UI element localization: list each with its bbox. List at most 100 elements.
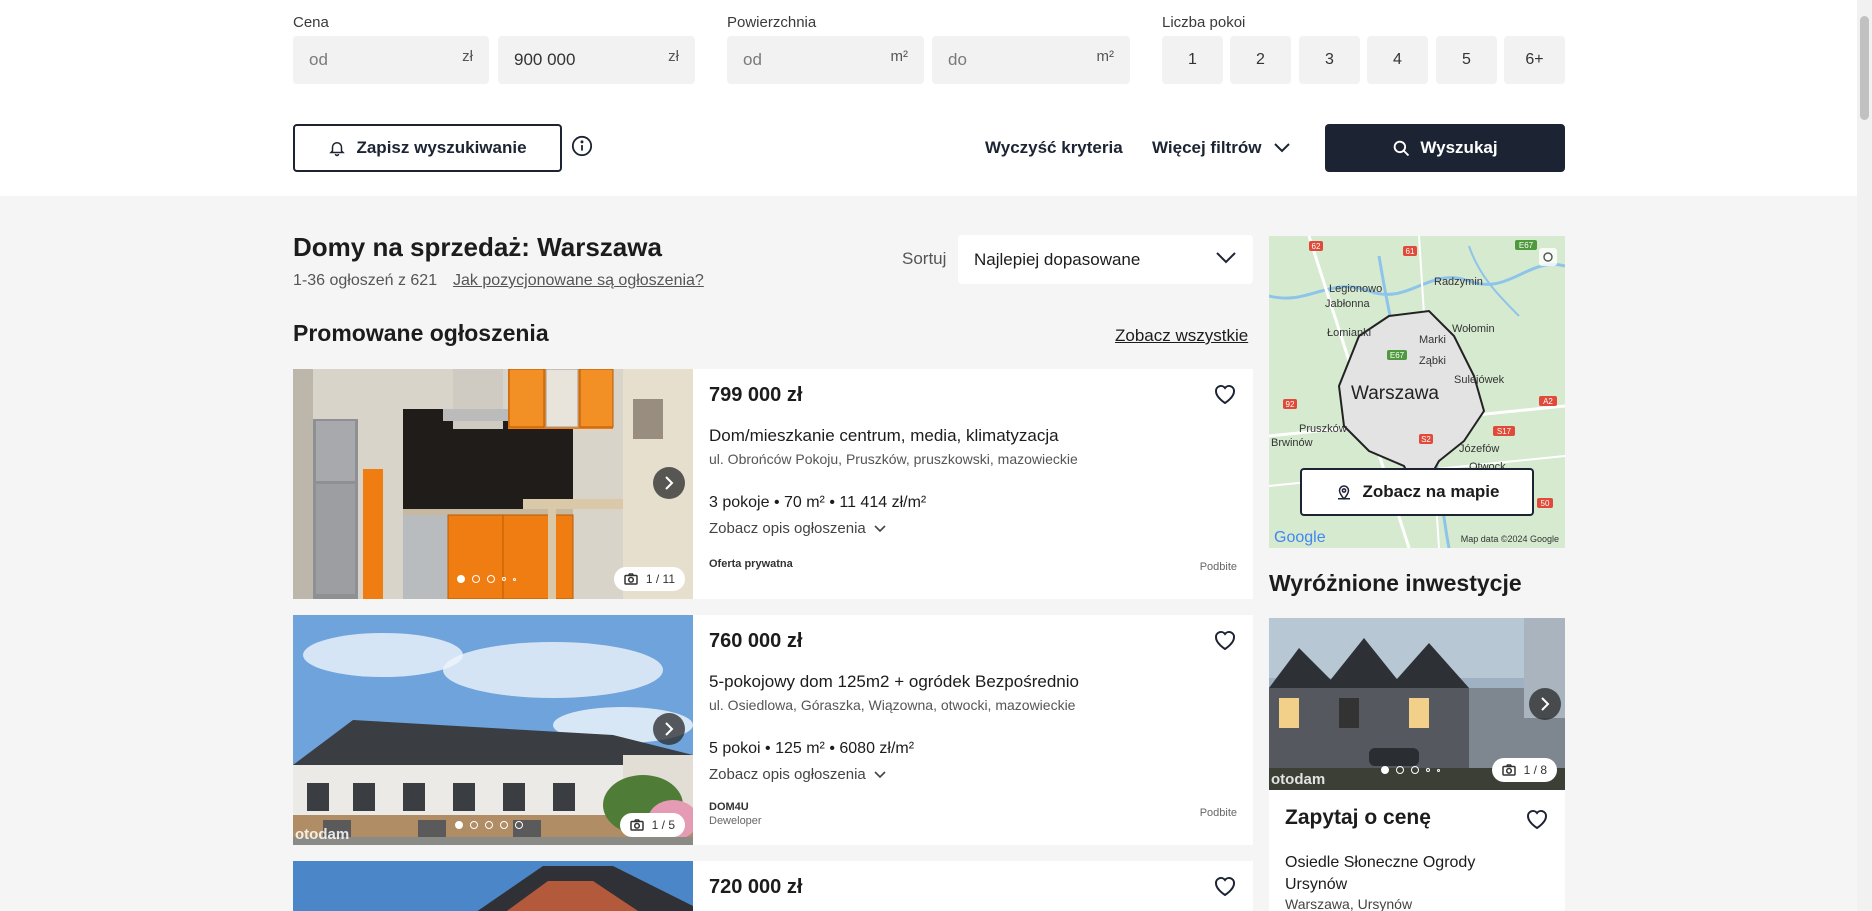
- chevron-right-icon: [665, 476, 674, 490]
- rooms-option-4[interactable]: 4: [1367, 36, 1428, 84]
- map-place: Brwinów: [1271, 437, 1313, 449]
- camera-icon: [1501, 764, 1516, 776]
- road-label: A2: [1543, 397, 1553, 406]
- map-place: Marki: [1419, 334, 1446, 346]
- next-photo-button[interactable]: [653, 467, 685, 499]
- price-to-input[interactable]: 900 000 zł: [498, 36, 695, 84]
- area-to-input[interactable]: do m²: [932, 36, 1130, 84]
- listing-title[interactable]: Dom/mieszkanie centrum, media, klimatyza…: [709, 426, 1059, 446]
- show-description-link[interactable]: Zobacz opis ogłoszenia: [709, 520, 886, 537]
- next-photo-button[interactable]: [653, 713, 685, 745]
- search-button[interactable]: Wyszukaj: [1325, 124, 1565, 172]
- chevron-down-icon: [874, 524, 886, 532]
- map-place: Józefów: [1459, 443, 1499, 455]
- listing-params: 3 pokoje • 70 m² • 11 414 zł/m²: [709, 494, 927, 511]
- camera-icon: [624, 573, 638, 585]
- featured-investment-card[interactable]: otodam 1 / 8 Zapytaj o cenę Osiedle Słon…: [1269, 618, 1565, 911]
- chevron-down-icon: [1274, 143, 1291, 153]
- bumped-badge: Podbite: [1199, 561, 1237, 573]
- heart-icon[interactable]: [1213, 629, 1237, 651]
- listing-address: ul. Osiedlowa, Góraszka, Wiązowna, otwoc…: [709, 697, 1076, 713]
- heart-icon[interactable]: [1213, 383, 1237, 405]
- rooms-option-1[interactable]: 1: [1162, 36, 1223, 84]
- map-city: Warszawa: [1351, 383, 1439, 404]
- listing-card[interactable]: 720 000 zł: [293, 861, 1253, 911]
- more-filters-button[interactable]: Więcej filtrów: [1152, 138, 1291, 158]
- map-pin-icon: [1337, 485, 1350, 500]
- house-photo: [293, 861, 693, 911]
- road-label: 62: [1312, 242, 1321, 251]
- photo-dots: [457, 575, 516, 583]
- listing-title[interactable]: 5-pokojowy dom 125m2 + ogródek Bezpośred…: [709, 672, 1079, 692]
- map-preview[interactable]: 62 61 E67 E67 92 S2 S17 A2 50 Legionowo …: [1269, 236, 1565, 548]
- price-label: Cena: [293, 14, 329, 31]
- rooms-label: Liczba pokoi: [1162, 14, 1246, 31]
- show-on-map-button[interactable]: Zobacz na mapie: [1300, 468, 1534, 516]
- bell-icon: [329, 142, 346, 157]
- rooms-option-2[interactable]: 2: [1230, 36, 1291, 84]
- map-place: Legionowo: [1329, 283, 1382, 295]
- listing-params: 5 pokoi • 125 m² • 6080 zł/m²: [709, 740, 915, 757]
- results-heading: Domy na sprzedaż: Warszawa: [293, 232, 662, 262]
- listing-price: 720 000 zł: [709, 876, 803, 898]
- featured-heading: Wyróżnione inwestycje: [1269, 570, 1522, 596]
- map-attribution: Map data ©2024 Google: [1461, 534, 1559, 544]
- rooms-option-3[interactable]: 3: [1299, 36, 1360, 84]
- listing-price: 760 000 zł: [709, 630, 803, 652]
- area-from-input[interactable]: od m²: [727, 36, 924, 84]
- photo-dots: [455, 821, 523, 829]
- watermark: otodam: [295, 826, 350, 843]
- area-label: Powierzchnia: [727, 14, 817, 31]
- heart-icon[interactable]: [1525, 808, 1549, 830]
- price-from-input[interactable]: od zł: [293, 36, 489, 84]
- map-place: Radzymin: [1434, 276, 1483, 288]
- sort-label: Sortuj: [902, 249, 947, 268]
- page-scrollbar[interactable]: [1857, 0, 1872, 911]
- listing-card[interactable]: otodam 1 / 5 760 000 zł 5-pokojowy dom 1…: [293, 615, 1253, 845]
- road-label: 92: [1286, 400, 1295, 409]
- how-positioned-link[interactable]: Jak pozycjonowane są ogłoszenia?: [453, 272, 704, 290]
- search-icon: [1394, 140, 1410, 157]
- map-place: Wołomin: [1452, 323, 1495, 335]
- camera-icon: [629, 819, 644, 831]
- bumped-badge: Podbite: [1199, 807, 1237, 819]
- watermark: otodam: [1271, 771, 1326, 788]
- map-place: Ząbki: [1419, 355, 1446, 367]
- show-description-link[interactable]: Zobacz opis ogłoszenia: [709, 766, 886, 783]
- rooms-option-5[interactable]: 5: [1436, 36, 1497, 84]
- investment-price: Zapytaj o cenę: [1285, 806, 1431, 829]
- photo-counter: 1 / 8: [1491, 758, 1557, 782]
- road-label: E67: [1390, 351, 1405, 360]
- info-icon[interactable]: [571, 135, 593, 157]
- heart-icon[interactable]: [1213, 875, 1237, 897]
- road-label: S17: [1497, 427, 1512, 436]
- map-place: Łomianki: [1327, 327, 1371, 339]
- listing-photo[interactable]: 1 / 11: [293, 369, 693, 599]
- scrollbar-thumb[interactable]: [1860, 16, 1869, 120]
- house-photo: [293, 615, 693, 845]
- road-label: 50: [1541, 499, 1550, 508]
- save-search-button[interactable]: Zapisz wyszukiwanie: [293, 124, 562, 172]
- seller-name: Oferta prywatna: [709, 558, 793, 570]
- listing-photo[interactable]: otodam 1 / 5: [293, 615, 693, 845]
- map-place: Sulejówek: [1454, 374, 1505, 386]
- listing-card[interactable]: 1 / 11 799 000 zł Dom/mieszkanie centrum…: [293, 369, 1253, 599]
- investment-name[interactable]: Osiedle Słoneczne Ogrody Ursynów: [1285, 852, 1515, 896]
- listing-price: 799 000 zł: [709, 384, 803, 406]
- sort-select[interactable]: Najlepiej dopasowane: [958, 235, 1253, 284]
- photo-counter: 1 / 5: [619, 813, 685, 837]
- search-filters-panel: Cena od zł 900 000 zł Powierzchnia od m²…: [0, 0, 1857, 196]
- next-photo-button[interactable]: [1529, 688, 1561, 720]
- photo-dots: [1381, 766, 1440, 774]
- map-place: Pruszków: [1299, 423, 1347, 435]
- promoted-heading: Promowane ogłoszenia: [293, 320, 549, 346]
- listing-photo[interactable]: [293, 861, 693, 911]
- see-all-link[interactable]: Zobacz wszystkie: [1115, 326, 1248, 346]
- chevron-right-icon: [665, 722, 674, 736]
- investment-photo[interactable]: otodam 1 / 8: [1269, 618, 1565, 790]
- seller-name: DOM4U: [709, 801, 749, 813]
- clear-criteria-link[interactable]: Wyczyść kryteria: [985, 138, 1123, 158]
- photo-counter: 1 / 11: [613, 567, 685, 591]
- kitchen-photo: [293, 369, 693, 599]
- rooms-option-6plus[interactable]: 6+: [1504, 36, 1565, 84]
